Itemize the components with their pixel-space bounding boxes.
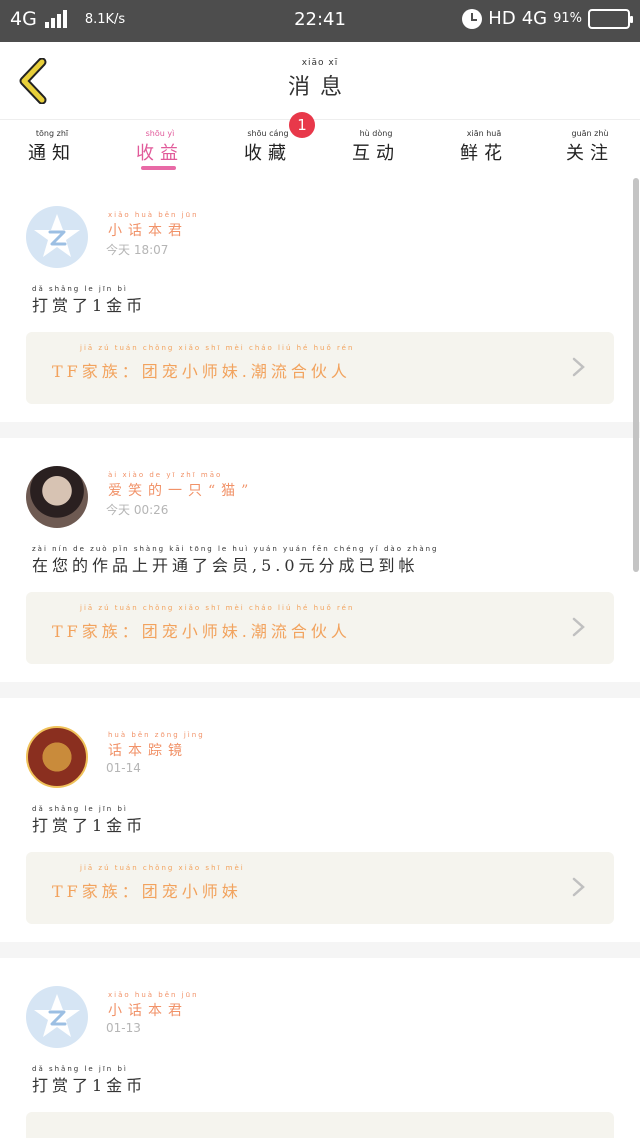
tab-favorites[interactable]: shōu cáng 收藏: [244, 129, 292, 165]
username-pinyin: xiǎo huà běn jūn: [108, 211, 199, 219]
tab-follows[interactable]: guān zhù 关注: [566, 129, 614, 165]
chevron-right-icon: [572, 617, 585, 637]
tab-bar: tōng zhī 通知 shōu yì 收益 shōu cáng 收藏 hù d…: [0, 121, 640, 177]
tab-pinyin: xiān huā: [466, 129, 502, 138]
unread-badge: 1: [289, 112, 315, 138]
app-header: xiāo xī 消息: [0, 42, 640, 120]
message-text: 在您的作品上开通了会员,5.0元分成已到帐: [32, 556, 419, 575]
timestamp: 今天 18:07: [106, 243, 169, 257]
scrollbar[interactable]: [633, 178, 639, 572]
avatar[interactable]: [26, 726, 88, 788]
avatar[interactable]: [26, 986, 88, 1048]
tab-label: 互动: [352, 143, 400, 164]
message-card: ài xiào de yī zhī māo 爱笑的一只“猫” 今天 00:26 …: [0, 438, 640, 682]
tab-label: 关注: [566, 143, 614, 164]
tab-interactions[interactable]: hù dòng 互动: [352, 129, 400, 165]
page-title-wrap: xiāo xī 消息: [0, 58, 640, 101]
alarm-icon: [462, 8, 483, 29]
page-title: 消息: [287, 75, 352, 100]
username-pinyin: huà běn zōng jìng: [108, 731, 205, 739]
work-title-pinyin: jiā zú tuán chǒng xiǎo shī mèi cháo liú …: [80, 604, 355, 612]
app-logo-icon: [34, 214, 80, 257]
network-type-right: 4G: [521, 8, 548, 29]
timestamp: 01-14: [106, 761, 141, 775]
work-title-pinyin: jiā zú tuán chǒng xiǎo shī mèi cháo liú …: [80, 344, 355, 352]
tab-pinyin: tōng zhī: [35, 129, 69, 138]
tab-label: 通知: [28, 143, 76, 164]
work-link[interactable]: jiā zú tuán chǒng xiǎo shī mèi TF家族：团宠小师…: [26, 852, 614, 924]
status-bar: 4G 8.1K/s 22:41 HD 4G 91%: [0, 0, 640, 42]
username-pinyin: ài xiào de yī zhī māo: [108, 471, 223, 479]
tab-pinyin: shōu yì: [145, 129, 175, 138]
status-right: HD 4G 91%: [462, 8, 633, 29]
username[interactable]: 爱笑的一只“猫”: [108, 480, 254, 500]
tab-label: 收益: [136, 143, 184, 164]
active-tab-indicator: [141, 166, 176, 170]
timestamp: 01-13: [106, 1021, 141, 1035]
username[interactable]: 小话本君: [108, 1000, 188, 1020]
battery-icon: [588, 8, 633, 29]
tab-pinyin: hù dòng: [359, 129, 393, 138]
chevron-right-icon: [572, 877, 585, 897]
work-title: TF家族：团宠小师妹.潮流合伙人: [52, 362, 351, 381]
tab-label: 鲜花: [460, 143, 508, 164]
work-title: TF家族：团宠小师妹: [52, 882, 242, 901]
card-separator: [0, 422, 640, 438]
tab-label: 收藏: [244, 143, 292, 164]
work-title-pinyin: jiā zú tuán chǒng xiǎo shī mèi: [80, 864, 245, 872]
tab-earnings[interactable]: shōu yì 收益: [136, 129, 184, 165]
screen: 4G 8.1K/s 22:41 HD 4G 91% xiāo xī 消息 tōn…: [0, 0, 640, 1138]
message-card: xiǎo huà běn jūn 小话本君 01-13 dǎ shǎng le …: [0, 958, 640, 1138]
avatar[interactable]: [26, 466, 88, 528]
message-text: 打赏了1金币: [32, 296, 147, 315]
tab-pinyin: shōu cáng: [247, 129, 289, 138]
card-separator: [0, 942, 640, 958]
work-link[interactable]: [26, 1112, 614, 1138]
username[interactable]: 小话本君: [108, 220, 188, 240]
tab-notifications[interactable]: tōng zhī 通知: [28, 129, 76, 165]
username[interactable]: 话本踪镜: [108, 740, 188, 760]
work-link[interactable]: jiā zú tuán chǒng xiǎo shī mèi cháo liú …: [26, 592, 614, 664]
page-title-pinyin: xiāo xī: [301, 58, 339, 68]
message-list[interactable]: xiǎo huà běn jūn 小话本君 今天 18:07 dǎ shǎng …: [0, 178, 640, 1138]
card-separator: [0, 682, 640, 698]
message-card: huà běn zōng jìng 话本踪镜 01-14 dǎ shǎng le…: [0, 698, 640, 942]
app-logo-icon: [34, 994, 80, 1037]
message-card: xiǎo huà běn jūn 小话本君 今天 18:07 dǎ shǎng …: [0, 178, 640, 422]
tab-pinyin: guān zhù: [571, 129, 609, 138]
hd-indicator: HD: [488, 8, 516, 29]
work-title: TF家族：团宠小师妹.潮流合伙人: [52, 622, 351, 641]
battery-percent: 91%: [553, 11, 582, 26]
message-text: 打赏了1金币: [32, 1076, 147, 1095]
tab-flowers[interactable]: xiān huā 鲜花: [460, 129, 508, 165]
work-link[interactable]: jiā zú tuán chǒng xiǎo shī mèi cháo liú …: [26, 332, 614, 404]
timestamp: 今天 00:26: [106, 503, 169, 517]
username-pinyin: xiǎo huà běn jūn: [108, 991, 199, 999]
chevron-right-icon: [572, 357, 585, 377]
avatar[interactable]: [26, 206, 88, 268]
message-text: 打赏了1金币: [32, 816, 147, 835]
